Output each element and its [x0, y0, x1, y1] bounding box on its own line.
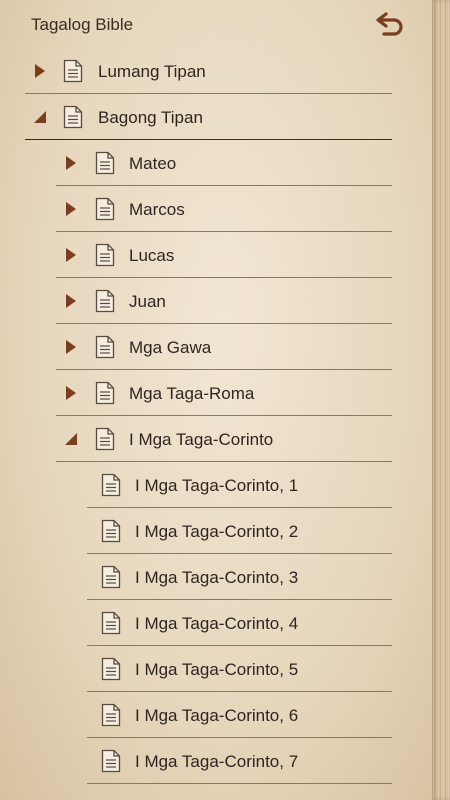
document-icon: [95, 151, 115, 175]
chapter-item[interactable]: I Mga Taga-Corinto, 2: [0, 508, 432, 554]
collapsed-triangle-icon[interactable]: [64, 339, 78, 355]
document-icon: [95, 243, 115, 267]
collapsed-triangle-icon[interactable]: [33, 63, 47, 79]
tree-item-label: I Mga Taga-Corinto, 3: [135, 568, 299, 587]
undo-arrow-icon: [376, 12, 403, 36]
document-icon: [63, 105, 83, 129]
app-title: Tagalog Bible: [31, 15, 134, 34]
collapsed-triangle-icon[interactable]: [64, 293, 78, 309]
document-icon: [101, 565, 121, 589]
document-icon: [101, 657, 121, 681]
book-item[interactable]: Mateo: [0, 140, 432, 186]
back-button[interactable]: [370, 8, 410, 40]
book-item[interactable]: Juan: [0, 278, 432, 324]
tree-item-label: I Mga Taga-Corinto, 6: [135, 706, 299, 725]
testament-item[interactable]: Bagong Tipan: [0, 94, 432, 140]
collapsed-triangle-icon[interactable]: [64, 385, 78, 401]
tree-item-label: I Mga Taga-Corinto, 2: [135, 522, 299, 541]
expanded-triangle-icon[interactable]: [64, 431, 78, 447]
tree-item-label: I Mga Taga-Corinto, 1: [135, 476, 299, 495]
chapter-item[interactable]: I Mga Taga-Corinto, 3: [0, 554, 432, 600]
collapsed-triangle-icon[interactable]: [64, 247, 78, 263]
book-item[interactable]: Lucas: [0, 232, 432, 278]
book-item[interactable]: Mga Taga-Roma: [0, 370, 432, 416]
document-icon: [95, 335, 115, 359]
document-icon: [101, 473, 121, 497]
tree-item-label: I Mga Taga-Corinto: [129, 430, 274, 449]
document-icon: [101, 749, 121, 773]
chapter-item[interactable]: I Mga Taga-Corinto, 4: [0, 600, 432, 646]
app-header: Tagalog Bible: [0, 0, 432, 48]
tree-item-label: Lucas: [129, 246, 175, 265]
chapter-item[interactable]: I Mga Taga-Corinto, 5: [0, 646, 432, 692]
chapter-item[interactable]: I Mga Taga-Corinto, 7: [0, 738, 432, 784]
book-item[interactable]: Marcos: [0, 186, 432, 232]
book-item[interactable]: I Mga Taga-Corinto: [0, 416, 432, 462]
book-tree: Lumang Tipan Bagong Tipan Mateo Marcos Lucas…: [0, 48, 432, 784]
tree-item-label: I Mga Taga-Corinto, 4: [135, 614, 299, 633]
document-icon: [63, 59, 83, 83]
tree-item-label: Juan: [129, 292, 166, 311]
document-icon: [95, 197, 115, 221]
tree-item-label: Lumang Tipan: [98, 62, 206, 81]
document-icon: [95, 427, 115, 451]
tree-item-label: Mga Taga-Roma: [129, 384, 255, 403]
tree-item-label: Mateo: [129, 154, 177, 173]
chapter-item[interactable]: I Mga Taga-Corinto, 1: [0, 462, 432, 508]
document-icon: [95, 289, 115, 313]
tree-item-label: Marcos: [129, 200, 185, 219]
collapsed-triangle-icon[interactable]: [64, 155, 78, 171]
document-icon: [101, 703, 121, 727]
chapter-item[interactable]: I Mga Taga-Corinto, 6: [0, 692, 432, 738]
tree-item-label: I Mga Taga-Corinto, 7: [135, 752, 299, 771]
divider: [87, 783, 392, 784]
tree-item-label: I Mga Taga-Corinto, 5: [135, 660, 299, 679]
document-icon: [101, 611, 121, 635]
document-icon: [95, 381, 115, 405]
testament-item[interactable]: Lumang Tipan: [0, 48, 432, 94]
page-edge-decoration: [432, 0, 450, 800]
collapsed-triangle-icon[interactable]: [64, 201, 78, 217]
document-icon: [101, 519, 121, 543]
book-item[interactable]: Mga Gawa: [0, 324, 432, 370]
expanded-triangle-icon[interactable]: [33, 109, 47, 125]
tree-item-label: Bagong Tipan: [98, 108, 203, 127]
tree-item-label: Mga Gawa: [129, 338, 212, 357]
